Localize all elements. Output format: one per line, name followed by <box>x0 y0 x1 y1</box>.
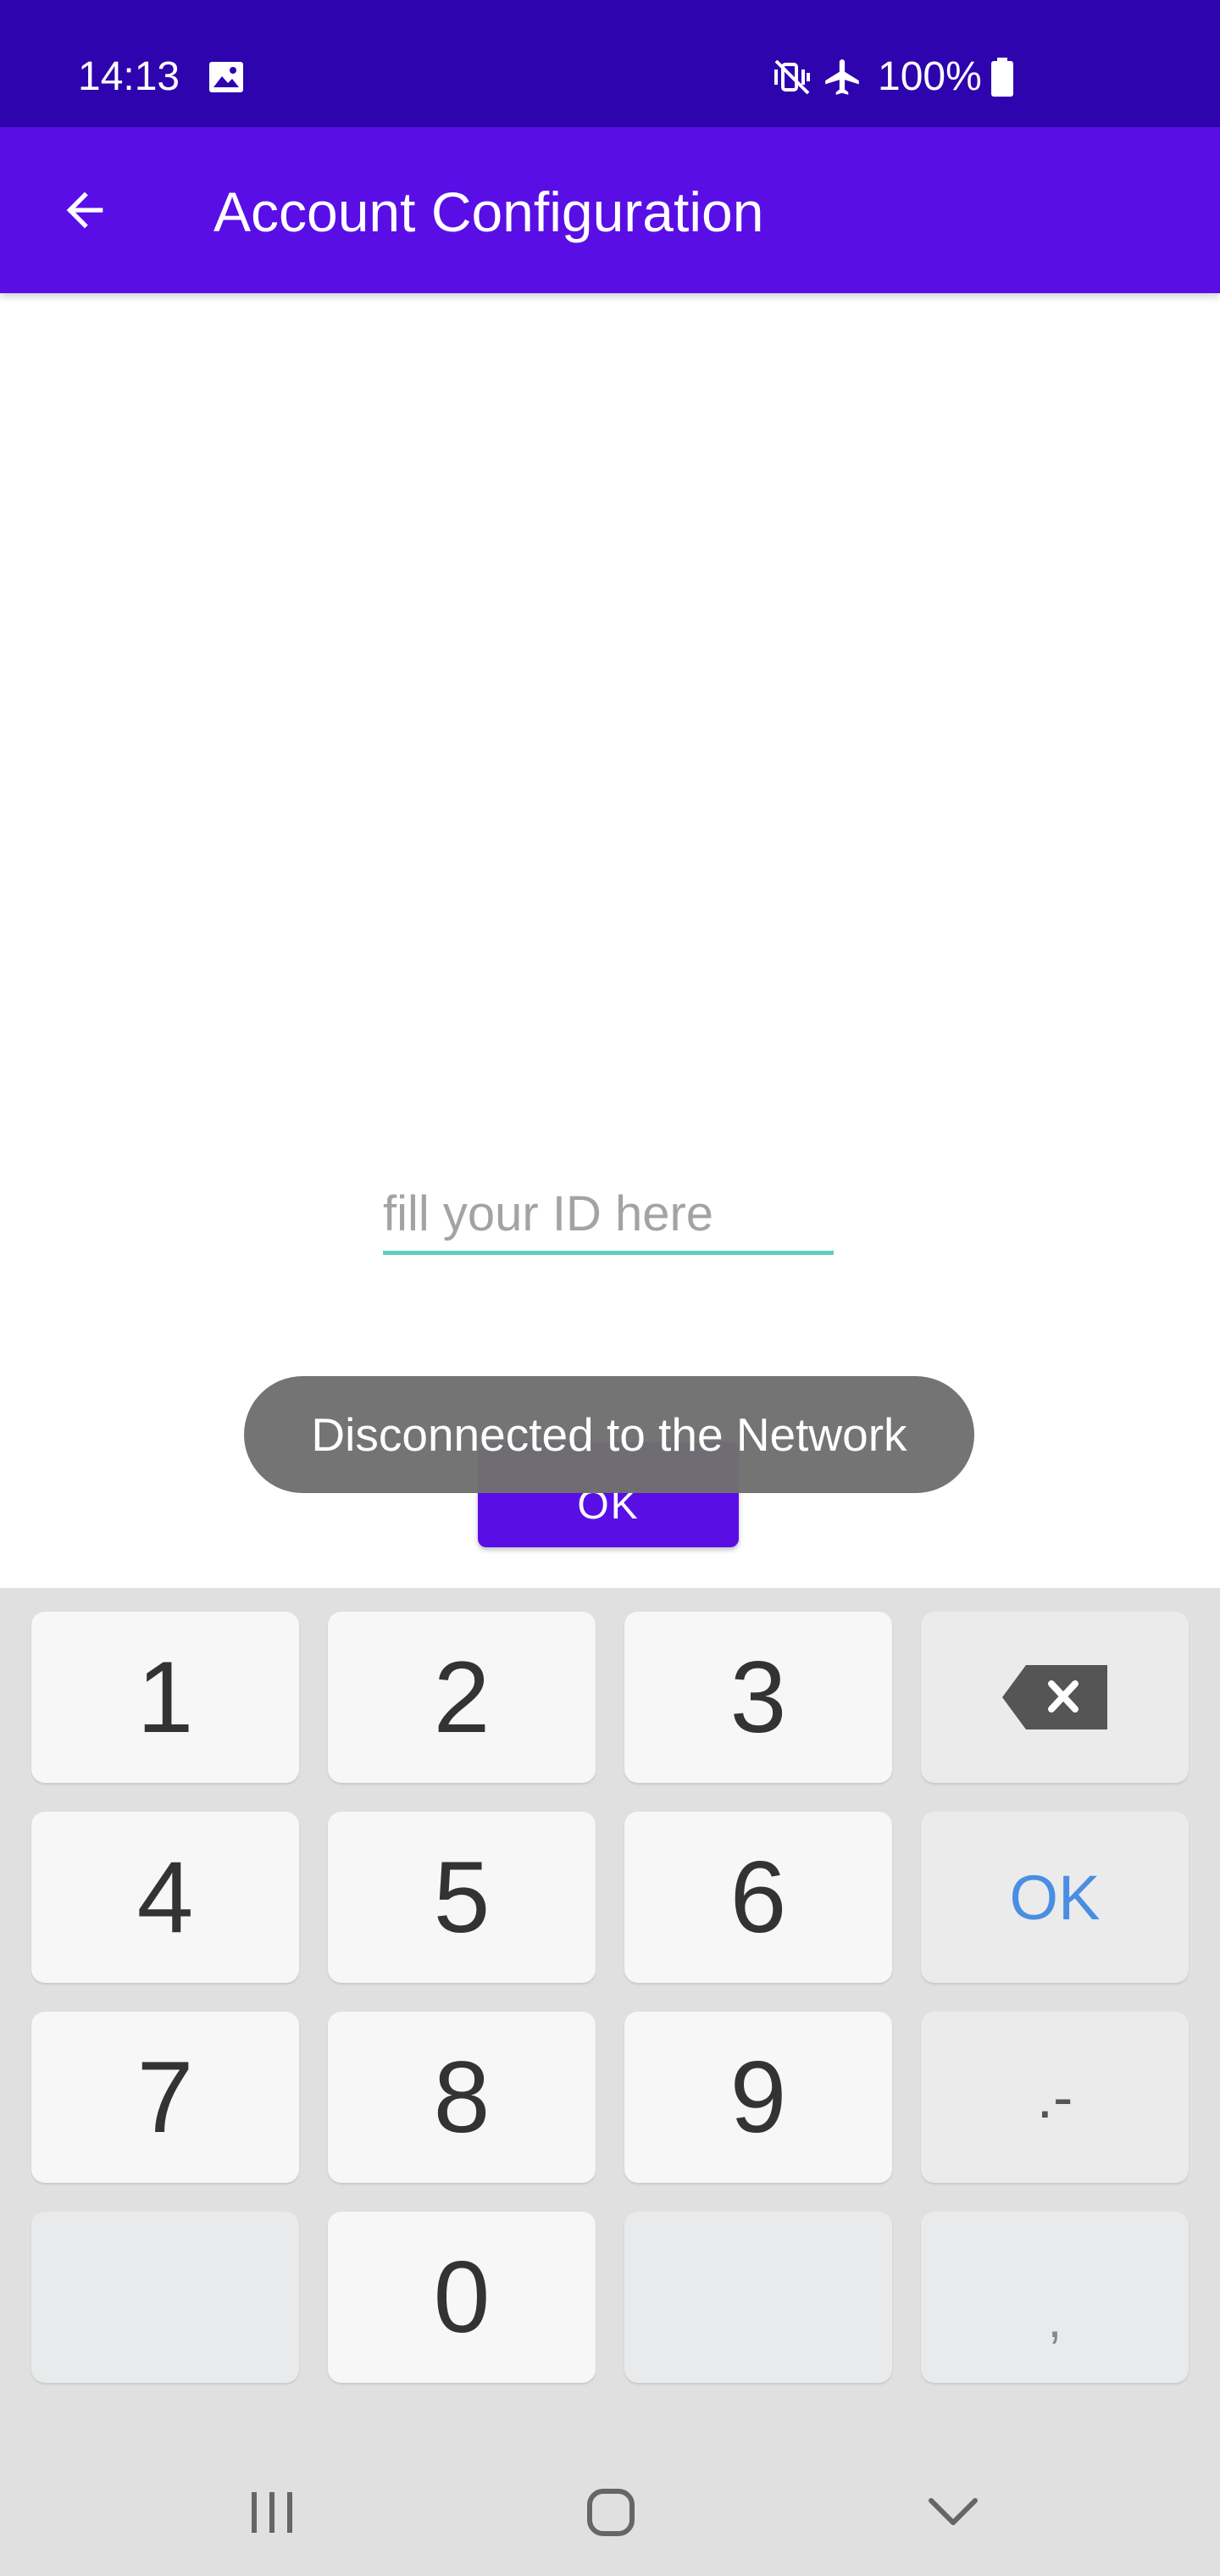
image-icon <box>209 62 243 92</box>
mute-vibrate-icon <box>774 59 810 95</box>
home-icon <box>587 2489 635 2536</box>
numeric-keyboard: 1 2 3 4 5 6 OK 7 8 9 .- 0 , <box>0 1588 1220 2576</box>
home-button[interactable] <box>573 2474 649 2551</box>
navigation-bar <box>0 2440 1220 2576</box>
key-blank-right[interactable] <box>624 2212 892 2383</box>
hide-keyboard-button[interactable] <box>915 2474 991 2551</box>
status-time: 14:13 <box>78 54 180 99</box>
key-7[interactable]: 7 <box>31 2012 299 2183</box>
app-bar: Account Configuration <box>0 127 1220 293</box>
id-input[interactable] <box>383 1176 834 1255</box>
key-0[interactable]: 0 <box>328 2212 596 2383</box>
recent-apps-icon <box>252 2492 292 2533</box>
keyboard-ok-key[interactable]: OK <box>921 1812 1189 1983</box>
key-3[interactable]: 3 <box>624 1612 892 1783</box>
key-4[interactable]: 4 <box>31 1812 299 1983</box>
key-5[interactable]: 5 <box>328 1812 596 1983</box>
backspace-key[interactable] <box>921 1612 1189 1783</box>
backspace-icon <box>1002 1665 1107 1729</box>
toast-message: Disconnected to the Network <box>244 1376 974 1493</box>
back-button[interactable] <box>51 176 119 244</box>
key-1[interactable]: 1 <box>31 1612 299 1783</box>
key-8[interactable]: 8 <box>328 2012 596 2183</box>
page-title: Account Configuration <box>214 180 764 243</box>
recent-apps-button[interactable] <box>234 2474 310 2551</box>
hide-keyboard-icon <box>929 2498 978 2525</box>
battery-percentage: 100% <box>878 54 982 99</box>
key-9[interactable]: 9 <box>624 2012 892 2183</box>
key-blank-left[interactable] <box>31 2212 299 2383</box>
arrow-left-icon <box>66 192 103 229</box>
battery-icon <box>991 58 1013 97</box>
key-comma[interactable]: , <box>921 2212 1189 2383</box>
key-2[interactable]: 2 <box>328 1612 596 1783</box>
airplane-icon <box>825 59 859 95</box>
key-dot-minus[interactable]: .- <box>921 2012 1189 2183</box>
status-bar: 14:13 100% <box>0 0 1220 127</box>
key-6[interactable]: 6 <box>624 1812 892 1983</box>
